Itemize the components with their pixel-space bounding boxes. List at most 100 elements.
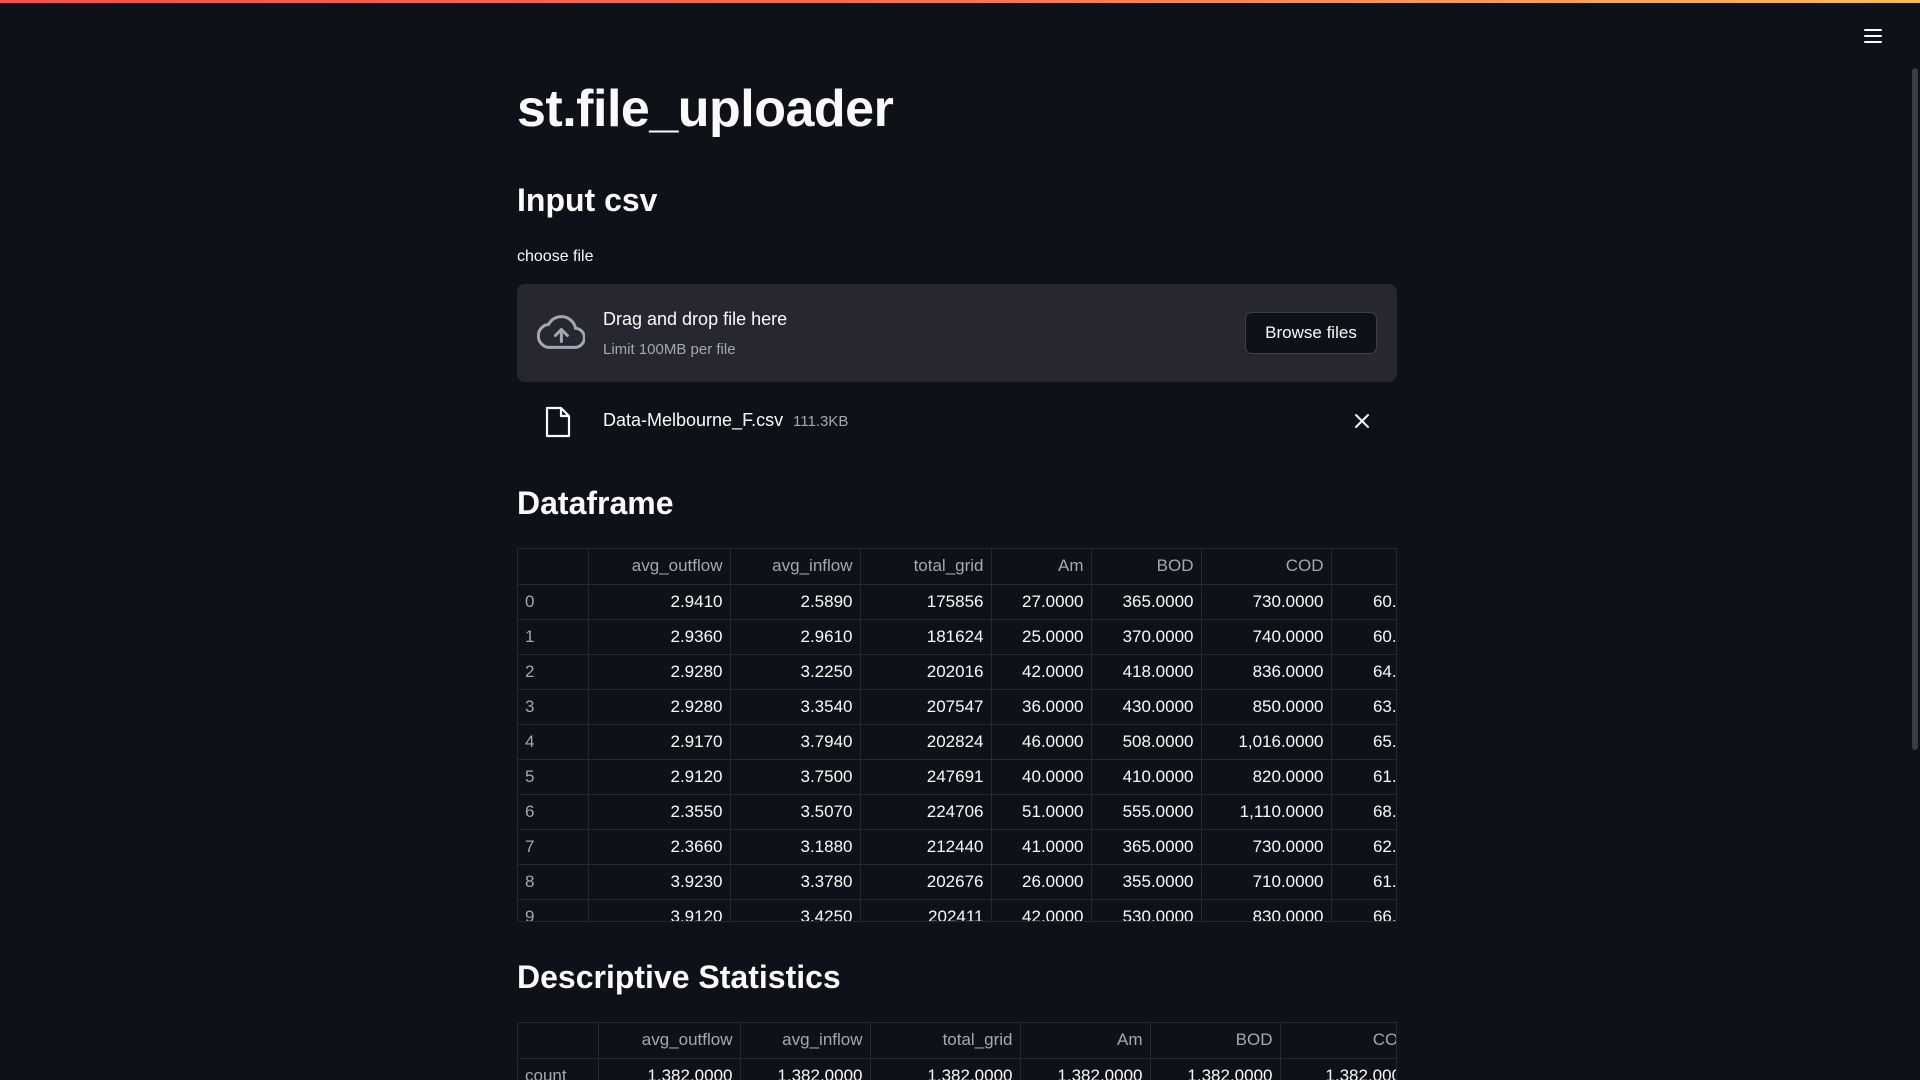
table-cell[interactable]: 2.9360 [588, 619, 731, 655]
column-header[interactable]: COD [1280, 1023, 1396, 1059]
table-cell[interactable]: 555.0000 [1091, 794, 1202, 830]
table-cell[interactable]: 1,382.0000 [1020, 1058, 1151, 1080]
table-cell[interactable]: 202676 [860, 864, 992, 900]
table-cell[interactable]: 2.9280 [588, 689, 731, 725]
table-cell[interactable]: 1,382.0000 [740, 1058, 871, 1080]
remove-file-button[interactable] [1347, 406, 1377, 436]
row-index[interactable]: 2 [518, 654, 589, 690]
table-cell[interactable]: 820.0000 [1201, 759, 1332, 795]
table-cell[interactable]: 355.0000 [1091, 864, 1202, 900]
page-scrollbar[interactable] [1910, 0, 1920, 1080]
table-cell[interactable]: 730.0000 [1201, 584, 1332, 620]
table-cell[interactable]: 60.37 [1331, 584, 1396, 620]
table-cell[interactable]: 850.0000 [1201, 689, 1332, 725]
table-cell[interactable]: 51.0000 [991, 794, 1092, 830]
table-cell[interactable]: 224706 [860, 794, 992, 830]
table-cell[interactable]: 740.0000 [1201, 619, 1332, 655]
table-cell[interactable]: 42.0000 [991, 899, 1092, 921]
file-dropzone[interactable]: Drag and drop file here Limit 100MB per … [517, 284, 1397, 382]
table-cell[interactable]: 207547 [860, 689, 992, 725]
table-cell[interactable]: 3.9120 [588, 899, 731, 921]
table-cell[interactable]: 202824 [860, 724, 992, 760]
table-cell[interactable]: 1,382.0000 [1280, 1058, 1396, 1080]
table-cell[interactable]: 36.0000 [991, 689, 1092, 725]
table-cell[interactable]: 40.0000 [991, 759, 1092, 795]
table-cell[interactable]: 2.3550 [588, 794, 731, 830]
table-cell[interactable]: 2.9170 [588, 724, 731, 760]
table-cell[interactable]: 3.9230 [588, 864, 731, 900]
table-cell[interactable]: 202016 [860, 654, 992, 690]
table-cell[interactable]: 61.43 [1331, 864, 1396, 900]
dataframe-table[interactable]: avg_outflow avg_inflow total_grid Am BOD COD … [517, 548, 1397, 922]
table-cell[interactable]: 2.3660 [588, 829, 731, 865]
table-cell[interactable]: 46.0000 [991, 724, 1092, 760]
column-header[interactable]: BOD [1150, 1023, 1281, 1059]
row-index[interactable]: 6 [518, 794, 589, 830]
row-index[interactable]: count [518, 1058, 599, 1080]
column-header[interactable] [1331, 549, 1396, 585]
column-header[interactable]: avg_inflow [740, 1023, 871, 1059]
column-header[interactable]: total_grid [870, 1023, 1021, 1059]
row-index[interactable]: 8 [518, 864, 589, 900]
table-cell[interactable]: 61.78 [1331, 759, 1396, 795]
table-cell[interactable]: 3.3780 [730, 864, 861, 900]
table-cell[interactable]: 2.9280 [588, 654, 731, 690]
column-header[interactable]: avg_inflow [730, 549, 861, 585]
table-cell[interactable]: 430.0000 [1091, 689, 1202, 725]
column-header[interactable]: Am [1020, 1023, 1151, 1059]
table-cell[interactable]: 730.0000 [1201, 829, 1332, 865]
column-header[interactable]: total_grid [860, 549, 992, 585]
browse-files-button[interactable]: Browse files [1245, 312, 1377, 354]
table-cell[interactable]: 63.00 [1331, 689, 1396, 725]
column-header[interactable]: BOD [1091, 549, 1202, 585]
table-cell[interactable]: 410.0000 [1091, 759, 1202, 795]
table-cell[interactable]: 64.52 [1331, 654, 1396, 690]
table-cell[interactable]: 41.0000 [991, 829, 1092, 865]
table-cell[interactable]: 2.9410 [588, 584, 731, 620]
table-cell[interactable]: 60.02 [1331, 619, 1396, 655]
table-cell[interactable]: 42.0000 [991, 654, 1092, 690]
table-cell[interactable]: 2.5890 [730, 584, 861, 620]
table-cell[interactable]: 2.9120 [588, 759, 731, 795]
statistics-table[interactable]: avg_outflowavg_inflowtotal_gridAmBODCOD … [517, 1022, 1397, 1080]
row-index[interactable]: 3 [518, 689, 589, 725]
table-cell[interactable]: 25.0000 [991, 619, 1092, 655]
index-header[interactable] [518, 549, 589, 585]
table-cell[interactable]: 212440 [860, 829, 992, 865]
row-index[interactable]: 9 [518, 899, 589, 921]
table-cell[interactable]: 365.0000 [1091, 829, 1202, 865]
table-cell[interactable]: 530.0000 [1091, 899, 1202, 921]
table-cell[interactable]: 418.0000 [1091, 654, 1202, 690]
table-cell[interactable]: 3.7500 [730, 759, 861, 795]
row-index[interactable]: 0 [518, 584, 589, 620]
table-cell[interactable]: 3.5070 [730, 794, 861, 830]
table-cell[interactable]: 3.2250 [730, 654, 861, 690]
table-cell[interactable]: 202411 [860, 899, 992, 921]
page-scrollbar-thumb[interactable] [1912, 68, 1918, 750]
table-cell[interactable]: 508.0000 [1091, 724, 1202, 760]
column-header[interactable]: avg_outflow [588, 549, 731, 585]
table-cell[interactable]: 27.0000 [991, 584, 1092, 620]
table-cell[interactable]: 1,110.0000 [1201, 794, 1332, 830]
table-cell[interactable]: 3.7940 [730, 724, 861, 760]
table-cell[interactable]: 66.38 [1331, 899, 1396, 921]
table-cell[interactable]: 175856 [860, 584, 992, 620]
table-cell[interactable]: 1,016.0000 [1201, 724, 1332, 760]
table-cell[interactable]: 181624 [860, 619, 992, 655]
index-header[interactable] [518, 1023, 599, 1059]
table-cell[interactable]: 65.59 [1331, 724, 1396, 760]
table-cell[interactable]: 1,382.0000 [598, 1058, 741, 1080]
table-cell[interactable]: 1,382.0000 [870, 1058, 1021, 1080]
table-cell[interactable]: 836.0000 [1201, 654, 1332, 690]
table-cell[interactable]: 710.0000 [1201, 864, 1332, 900]
table-cell[interactable]: 3.3540 [730, 689, 861, 725]
column-header[interactable]: avg_outflow [598, 1023, 741, 1059]
column-header[interactable]: COD [1201, 549, 1332, 585]
table-cell[interactable]: 1,382.0000 [1150, 1058, 1281, 1080]
row-index[interactable]: 1 [518, 619, 589, 655]
row-index[interactable]: 5 [518, 759, 589, 795]
table-cell[interactable]: 62.21 [1331, 829, 1396, 865]
main-menu-button[interactable] [1856, 20, 1890, 52]
table-cell[interactable]: 370.0000 [1091, 619, 1202, 655]
row-index[interactable]: 7 [518, 829, 589, 865]
